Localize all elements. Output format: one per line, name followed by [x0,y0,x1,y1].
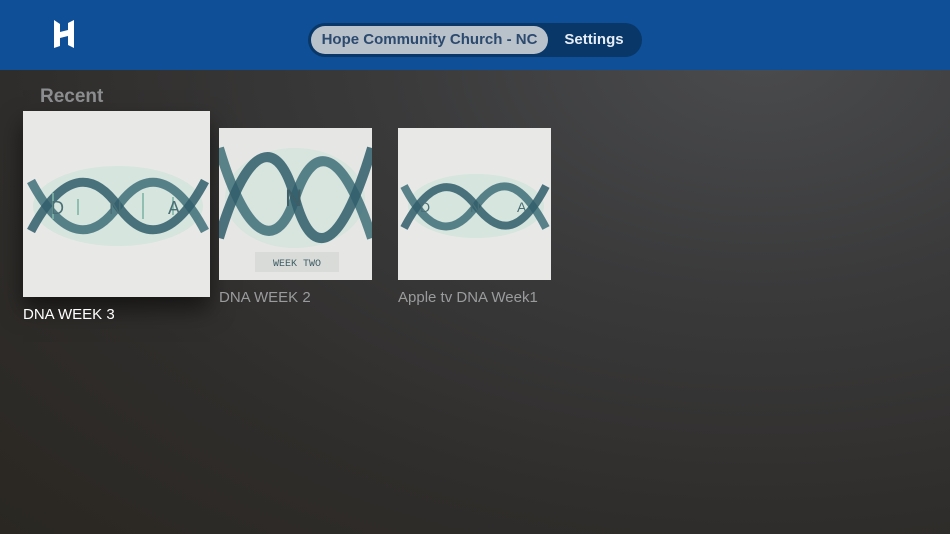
media-card[interactable]: D N A DNA WEEK 3 [23,111,210,326]
art-subtitle: WEEK TWO [273,259,321,270]
card-title: DNA WEEK 3 [23,306,115,323]
tab-settings[interactable]: Settings [554,26,634,54]
card-title: Apple tv DNA Week1 [398,289,538,306]
top-tab-bar: Hope Community Church - NC Settings [308,23,642,57]
art-letter: N [470,199,480,215]
media-card[interactable]: N WEEK TWO DNA WEEK 2 [219,128,372,308]
media-card[interactable]: D N A Apple tv DNA Week1 [398,128,551,308]
card-artwork: N WEEK TWO [219,128,372,280]
art-letter: A [168,198,180,218]
card-artwork: D N A [23,111,210,297]
art-letter: D [51,198,64,218]
art-letter: A [517,199,527,215]
tab-church[interactable]: Hope Community Church - NC [311,26,548,54]
card-title: DNA WEEK 2 [219,289,311,306]
church-logo-icon [52,18,76,50]
art-letter: D [420,199,430,215]
art-letter: N [285,185,302,212]
top-bar: Hope Community Church - NC Settings [0,0,950,70]
card-artwork: D N A [398,128,551,280]
section-title-recent: Recent [40,86,104,107]
art-letter: N [109,198,122,218]
